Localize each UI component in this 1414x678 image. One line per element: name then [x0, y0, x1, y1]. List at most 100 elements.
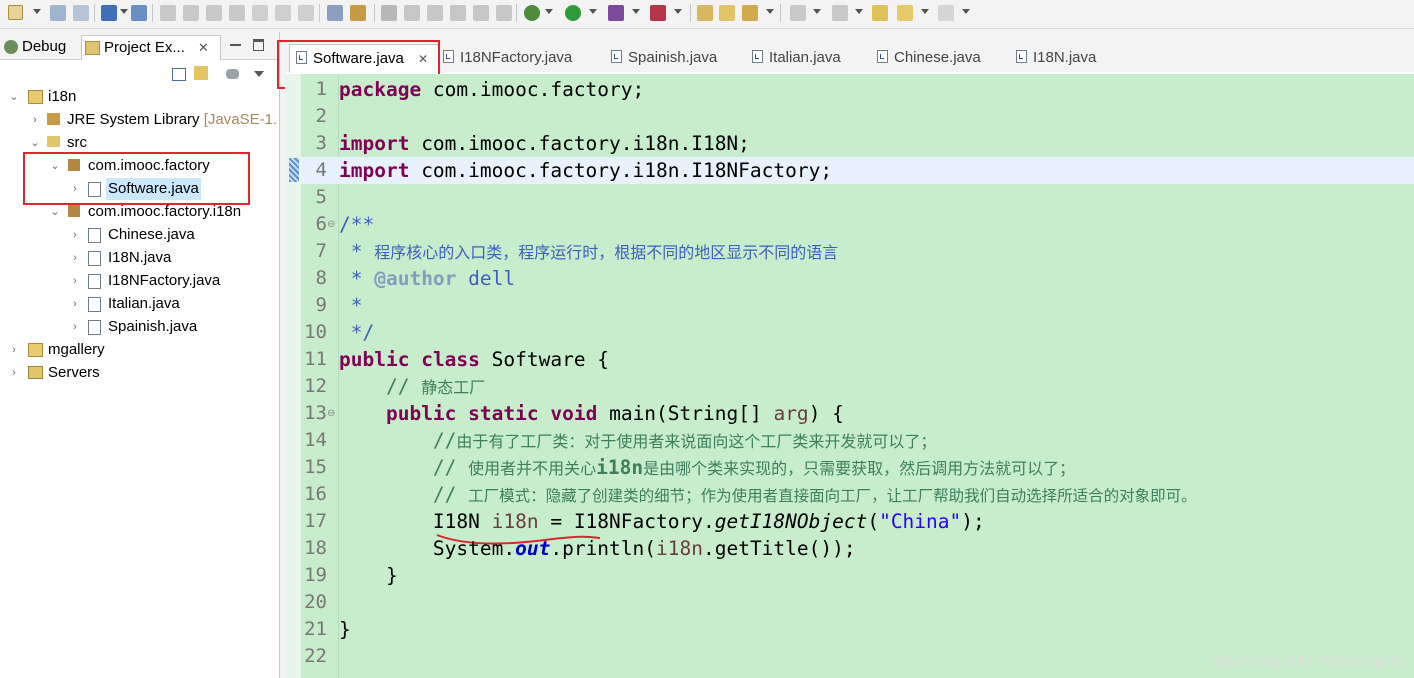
fold-icon[interactable]: ⊖ [327, 211, 335, 238]
tree-item-italian-java[interactable]: › Italian.java [0, 293, 279, 315]
step-into-icon[interactable] [252, 5, 268, 21]
code-area[interactable]: 1 2 3 4 5 6 7 8 9 10 11 12 13 14 15 16 17 18 19 20 21 22 ⊖ ⊖ … [285, 74, 1414, 678]
resume-icon[interactable] [160, 5, 176, 21]
step-return-icon[interactable] [298, 5, 314, 21]
suspend-icon[interactable] [183, 5, 199, 21]
main-toolbar [0, 0, 1414, 29]
tree-item-spainish-java[interactable]: › Spainish.java [0, 316, 279, 338]
chevron-down-icon[interactable] [921, 9, 929, 14]
tab-debug[interactable]: Debug [4, 35, 78, 59]
view-menu-icon[interactable] [254, 71, 264, 77]
line-number: 13 [304, 402, 327, 424]
save-all-icon[interactable] [73, 5, 89, 21]
chevron-down-icon[interactable]: ⌄ [50, 207, 60, 218]
debug-icon[interactable] [524, 5, 540, 21]
console-icon[interactable] [101, 5, 117, 21]
toolbar-separator [94, 4, 95, 22]
terminate-icon[interactable] [206, 5, 222, 21]
chevron-down-icon[interactable] [855, 9, 863, 14]
java-file-icon [443, 50, 454, 63]
tree-item-servers[interactable]: › Servers [0, 362, 279, 384]
last-edit-icon[interactable] [872, 5, 888, 21]
toggle-mark-icon[interactable] [381, 5, 397, 21]
tree-item-i18n-java[interactable]: › I18N.java [0, 247, 279, 269]
build-icon[interactable] [350, 5, 366, 21]
tab-spainish-java[interactable]: Spainish.java [611, 44, 717, 72]
step-over-icon[interactable] [275, 5, 291, 21]
code-line-11: public class Software { [339, 346, 609, 373]
wand-icon[interactable] [742, 5, 758, 21]
new-file-icon[interactable] [8, 5, 23, 20]
run-icon[interactable] [565, 5, 581, 21]
project-folder-icon [28, 343, 43, 357]
external-tools-icon[interactable] [650, 5, 666, 21]
collapse-all-icon[interactable] [172, 68, 186, 81]
line-number: 2 [315, 105, 327, 127]
chevron-down-icon[interactable] [33, 9, 41, 14]
code-text: // [339, 429, 457, 452]
tab-project-explorer[interactable]: Project Ex... ✕ [81, 35, 221, 60]
static-field: out [515, 537, 551, 560]
chevron-right-icon[interactable]: › [70, 230, 80, 241]
code-line-4: import com.imooc.factory.i18n.I18NFactor… [339, 157, 832, 184]
word-wrap-icon[interactable] [473, 5, 489, 21]
tree-item-i18nfactory-java[interactable]: › I18NFactory.java [0, 270, 279, 292]
tab-i18n-java[interactable]: I18N.java [1016, 44, 1096, 72]
chevron-down-icon[interactable] [589, 9, 597, 14]
chevron-down-icon[interactable] [674, 9, 682, 14]
previous-annotation-icon[interactable] [832, 5, 848, 21]
minimize-icon[interactable] [230, 44, 241, 46]
new-project-icon[interactable] [697, 5, 713, 21]
tree-item-mgallery[interactable]: › mgallery [0, 339, 279, 361]
line-number: 21 [304, 618, 327, 640]
show-whitespace-icon[interactable] [496, 5, 512, 21]
chevron-right-icon[interactable]: › [70, 299, 80, 310]
chevron-down-icon[interactable] [632, 9, 640, 14]
open-folder-icon[interactable] [719, 5, 735, 21]
chevron-down-icon[interactable] [120, 9, 128, 14]
disconnect-icon[interactable] [229, 5, 245, 21]
coverage-icon[interactable] [608, 5, 624, 21]
save-icon[interactable] [50, 5, 66, 21]
back-icon[interactable] [897, 5, 913, 21]
tree-label: I18N.java [108, 249, 172, 266]
chevron-down-icon[interactable]: ⌄ [9, 92, 19, 103]
chevron-down-icon[interactable] [766, 9, 774, 14]
link-with-editor-icon[interactable] [194, 66, 208, 80]
tree-item-project-i18n[interactable]: ⌄ i18n [0, 86, 279, 108]
tree-item-chinese-java[interactable]: › Chinese.java [0, 224, 279, 246]
chevron-down-icon[interactable]: ⌄ [30, 138, 40, 149]
next-annotation-icon[interactable] [790, 5, 806, 21]
block-selection-icon[interactable] [450, 5, 466, 21]
skip-breakpoints-icon[interactable] [131, 5, 147, 21]
tree-label: JRE System Library [JavaSE-1. [67, 109, 277, 131]
chevron-right-icon[interactable]: › [9, 368, 19, 379]
tab-italian-java[interactable]: Italian.java [752, 44, 841, 72]
keyword: public [385, 402, 457, 425]
tree-item-src[interactable]: ⌄ src [0, 132, 279, 154]
chevron-down-icon[interactable] [545, 9, 553, 14]
chevron-right-icon[interactable]: › [70, 322, 80, 333]
chevron-right-icon[interactable]: › [30, 115, 40, 126]
close-icon[interactable]: ✕ [198, 36, 209, 60]
tree-item-jre-library[interactable]: › JRE System Library [JavaSE-1. [0, 109, 279, 131]
chevron-right-icon[interactable]: › [9, 345, 19, 356]
chevron-down-icon[interactable] [813, 9, 821, 14]
chevron-down-icon[interactable] [962, 9, 970, 14]
tree-label: i18n [48, 88, 77, 105]
open-task-icon[interactable] [327, 5, 343, 21]
line-number: 15 [304, 456, 327, 478]
tab-chinese-java[interactable]: Chinese.java [877, 44, 981, 72]
code-text: ); [961, 510, 985, 533]
chevron-right-icon[interactable]: › [70, 253, 80, 264]
java-file-icon [88, 320, 101, 335]
tab-i18nfactory-java[interactable]: I18NFactory.java [443, 44, 572, 72]
maximize-icon[interactable] [253, 39, 264, 51]
focus-icon[interactable] [226, 69, 239, 79]
edit-icon[interactable] [404, 5, 420, 21]
line-number: 18 [304, 537, 327, 559]
chevron-right-icon[interactable]: › [70, 276, 80, 287]
forward-icon[interactable] [938, 5, 954, 21]
highlight-icon[interactable] [427, 5, 443, 21]
fold-icon[interactable]: ⊖ [327, 400, 335, 427]
